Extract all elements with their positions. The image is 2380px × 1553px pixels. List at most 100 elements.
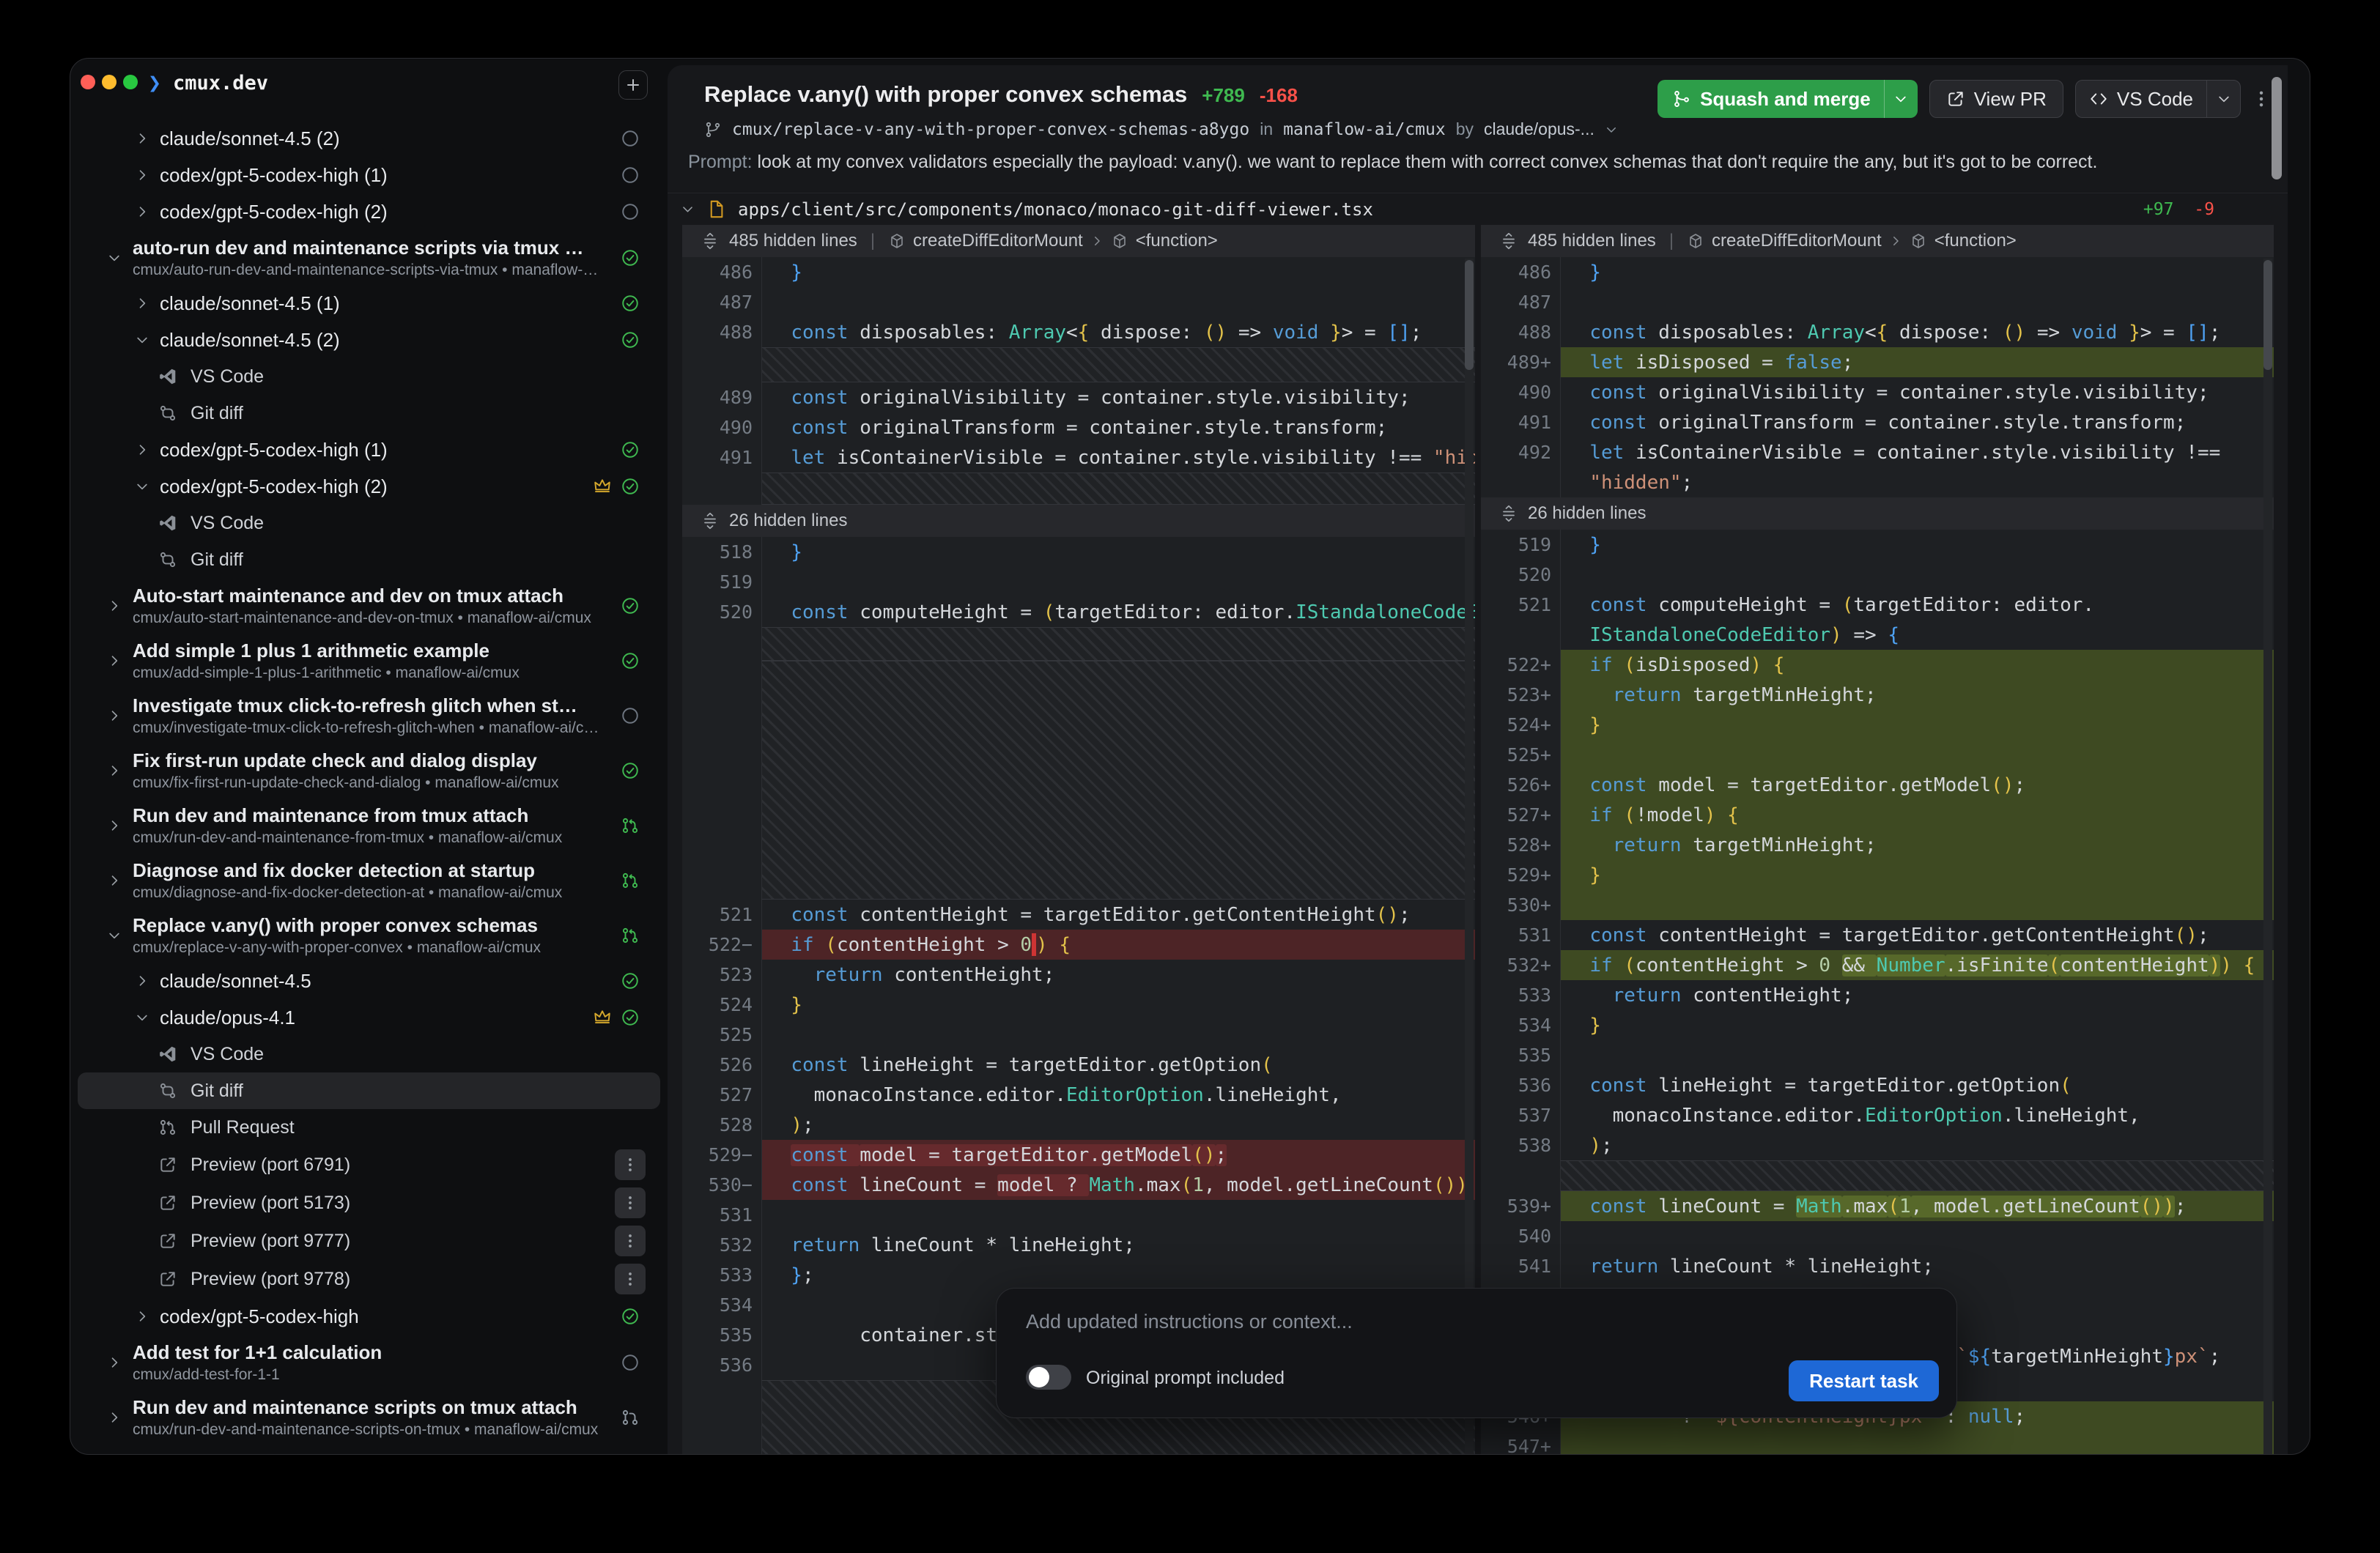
- chevron-right-icon[interactable]: [107, 708, 122, 723]
- view-pr-button[interactable]: View PR: [1929, 80, 2063, 118]
- vscode-button[interactable]: VS Code: [2075, 80, 2241, 118]
- diff-pane-original[interactable]: 485 hidden lines|createDiffEditorMount<f…: [682, 225, 1475, 1455]
- status-circle-icon: [621, 129, 640, 148]
- sidebar-item[interactable]: claude/sonnet-4.5 (2): [70, 120, 668, 157]
- chevron-right-icon[interactable]: [135, 204, 149, 219]
- sidebar-item[interactable]: codex/gpt-5-codex-high (2): [70, 468, 668, 505]
- code-line: 532+ if (contentHeight > 0 && Number.isF…: [1481, 950, 2274, 980]
- chevron-right-icon[interactable]: [135, 442, 149, 457]
- header-kebab-icon[interactable]: [2251, 89, 2272, 109]
- sidebar-item-label: codex/gpt-5-codex-high (1): [160, 164, 388, 187]
- kebab-menu-button[interactable]: [615, 1264, 646, 1294]
- original-prompt-toggle[interactable]: [1026, 1365, 1071, 1390]
- sidebar-item[interactable]: Add simple 1 plus 1 arithmetic examplecm…: [70, 633, 668, 688]
- sidebar-item[interactable]: Preview (port 9778): [70, 1260, 668, 1298]
- sidebar-item[interactable]: Pull Request: [70, 1109, 668, 1146]
- chevron-right-icon[interactable]: [107, 653, 122, 668]
- minimize-window-button[interactable]: [102, 75, 117, 89]
- restart-task-button[interactable]: Restart task: [1789, 1360, 1939, 1401]
- sidebar-item[interactable]: VS Code: [70, 358, 668, 395]
- hidden-lines-bar[interactable]: 26 hidden lines: [1481, 497, 2274, 530]
- sidebar-item[interactable]: codex/gpt-5-codex-high (1): [70, 157, 668, 193]
- code-text: const disposables: Array<{ dispose: () =…: [761, 317, 1475, 347]
- sidebar-item[interactable]: Run dev and maintenance scripts on tmux …: [70, 1390, 668, 1445]
- sidebar-item[interactable]: Investigate tmux click-to-refresh glitch…: [70, 688, 668, 743]
- chevron-down-icon[interactable]: [107, 251, 122, 265]
- close-window-button[interactable]: [81, 75, 95, 89]
- instructions-input[interactable]: Add updated instructions or context...: [1026, 1311, 1353, 1333]
- sidebar-item[interactable]: codex/gpt-5-codex-high (2): [70, 193, 668, 230]
- sidebar-item[interactable]: Diagnose and fix docker detection at sta…: [70, 853, 668, 908]
- chevron-right-icon[interactable]: [107, 598, 122, 613]
- chevron-down-icon[interactable]: [135, 1010, 149, 1025]
- sidebar-item-label: Preview (port 6791): [191, 1154, 350, 1176]
- sidebar-item[interactable]: claude/sonnet-4.5: [70, 963, 668, 999]
- branch-name[interactable]: cmux/replace-v-any-with-proper-convex-sc…: [732, 120, 1249, 139]
- hidden-lines-bar[interactable]: 485 hidden lines|createDiffEditorMount<f…: [1481, 225, 2274, 257]
- repo-name[interactable]: manaflow-ai/cmux: [1283, 120, 1446, 139]
- chevron-right-icon[interactable]: [107, 1355, 122, 1370]
- code-text: }: [1560, 860, 2274, 890]
- squash-merge-button[interactable]: Squash and merge: [1658, 80, 1918, 118]
- chevron-right-icon[interactable]: [135, 974, 149, 988]
- chevron-down-icon[interactable]: [135, 333, 149, 347]
- sidebar-item[interactable]: Git diff: [70, 395, 668, 431]
- sidebar-item[interactable]: Preview (port 9777): [70, 1222, 668, 1260]
- chevron-right-icon[interactable]: [135, 296, 149, 311]
- sidebar-item[interactable]: Git diff: [70, 541, 668, 578]
- line-number: 491: [1481, 412, 1560, 433]
- file-stats: +97 -9: [2143, 200, 2214, 219]
- diff-pane-modified[interactable]: 485 hidden lines|createDiffEditorMount<f…: [1481, 225, 2274, 1455]
- chevron-right-icon[interactable]: [135, 168, 149, 182]
- file-header[interactable]: apps/client/src/components/monaco/monaco…: [668, 193, 2288, 225]
- code-text: const lineCount = model ? Math.max(1, mo…: [761, 1170, 1475, 1200]
- sidebar-item[interactable]: VS Code: [70, 505, 668, 541]
- line-number: 531: [682, 1204, 761, 1226]
- zoom-window-button[interactable]: [123, 75, 138, 89]
- chevron-down-icon[interactable]: [1605, 123, 1618, 136]
- pane-scrollbar[interactable]: [1465, 259, 1474, 1454]
- new-task-button[interactable]: [618, 70, 648, 100]
- agent-name[interactable]: claude/opus-...: [1484, 119, 1594, 139]
- unfold-icon[interactable]: [701, 232, 719, 250]
- sidebar-item[interactable]: claude/sonnet-4.5 (1): [70, 285, 668, 322]
- chevron-right-icon[interactable]: [135, 1309, 149, 1324]
- unfold-icon[interactable]: [1500, 232, 1518, 250]
- sidebar-item[interactable]: auto-run dev and maintenance scripts via…: [70, 230, 668, 285]
- sidebar-item[interactable]: Replace v.any() with proper convex schem…: [70, 908, 668, 963]
- unfold-icon[interactable]: [1500, 505, 1518, 522]
- hidden-lines-bar[interactable]: 26 hidden lines: [682, 505, 1475, 537]
- pane-scrollbar[interactable]: [2263, 259, 2272, 1454]
- window-scrollbar[interactable]: [2272, 77, 2282, 179]
- code-text: monacoInstance.editor.EditorOption.lineH…: [761, 1080, 1475, 1110]
- kebab-menu-button[interactable]: [615, 1226, 646, 1256]
- sidebar-item[interactable]: Preview (port 6791): [70, 1146, 668, 1184]
- sidebar-item[interactable]: Add test for 1+1 calculationcmux/add-tes…: [70, 1335, 668, 1390]
- sidebar-item[interactable]: VS Code: [70, 1036, 668, 1072]
- chevron-right-icon[interactable]: [107, 1410, 122, 1425]
- sidebar-item[interactable]: codex/gpt-5-codex-high: [70, 1298, 668, 1335]
- unfold-icon[interactable]: [701, 512, 719, 530]
- merge-options-chevron-icon[interactable]: [1884, 80, 1918, 118]
- code-line: 532 return lineCount * lineHeight;: [682, 1230, 1475, 1260]
- chevron-right-icon[interactable]: [107, 818, 122, 833]
- sidebar-item[interactable]: claude/sonnet-4.5 (2): [70, 322, 668, 358]
- sidebar-item[interactable]: Preview (port 5173): [70, 1184, 668, 1222]
- sidebar-item[interactable]: Auto-start maintenance and dev on tmux a…: [70, 578, 668, 633]
- kebab-menu-button[interactable]: [615, 1149, 646, 1180]
- chevron-down-icon[interactable]: [107, 928, 122, 943]
- sidebar-item[interactable]: codex/gpt-5-codex-high (1): [70, 431, 668, 468]
- sidebar-item-label: claude/sonnet-4.5 (2): [160, 127, 340, 150]
- kebab-menu-button[interactable]: [615, 1187, 646, 1218]
- chevron-down-icon[interactable]: [135, 479, 149, 494]
- chevron-right-icon[interactable]: [107, 763, 122, 778]
- vscode-options-chevron-icon[interactable]: [2206, 81, 2240, 117]
- sidebar-item[interactable]: Run dev and maintenance from tmux attach…: [70, 798, 668, 853]
- file-collapse-chevron-icon[interactable]: [681, 202, 695, 216]
- sidebar-item[interactable]: Git diff: [78, 1072, 660, 1109]
- sidebar-item[interactable]: claude/opus-4.1: [70, 999, 668, 1036]
- sidebar-item[interactable]: Fix first-run update check and dialog di…: [70, 743, 668, 798]
- chevron-right-icon[interactable]: [135, 131, 149, 146]
- hidden-lines-bar[interactable]: 485 hidden lines|createDiffEditorMount<f…: [682, 225, 1475, 257]
- chevron-right-icon[interactable]: [107, 873, 122, 888]
